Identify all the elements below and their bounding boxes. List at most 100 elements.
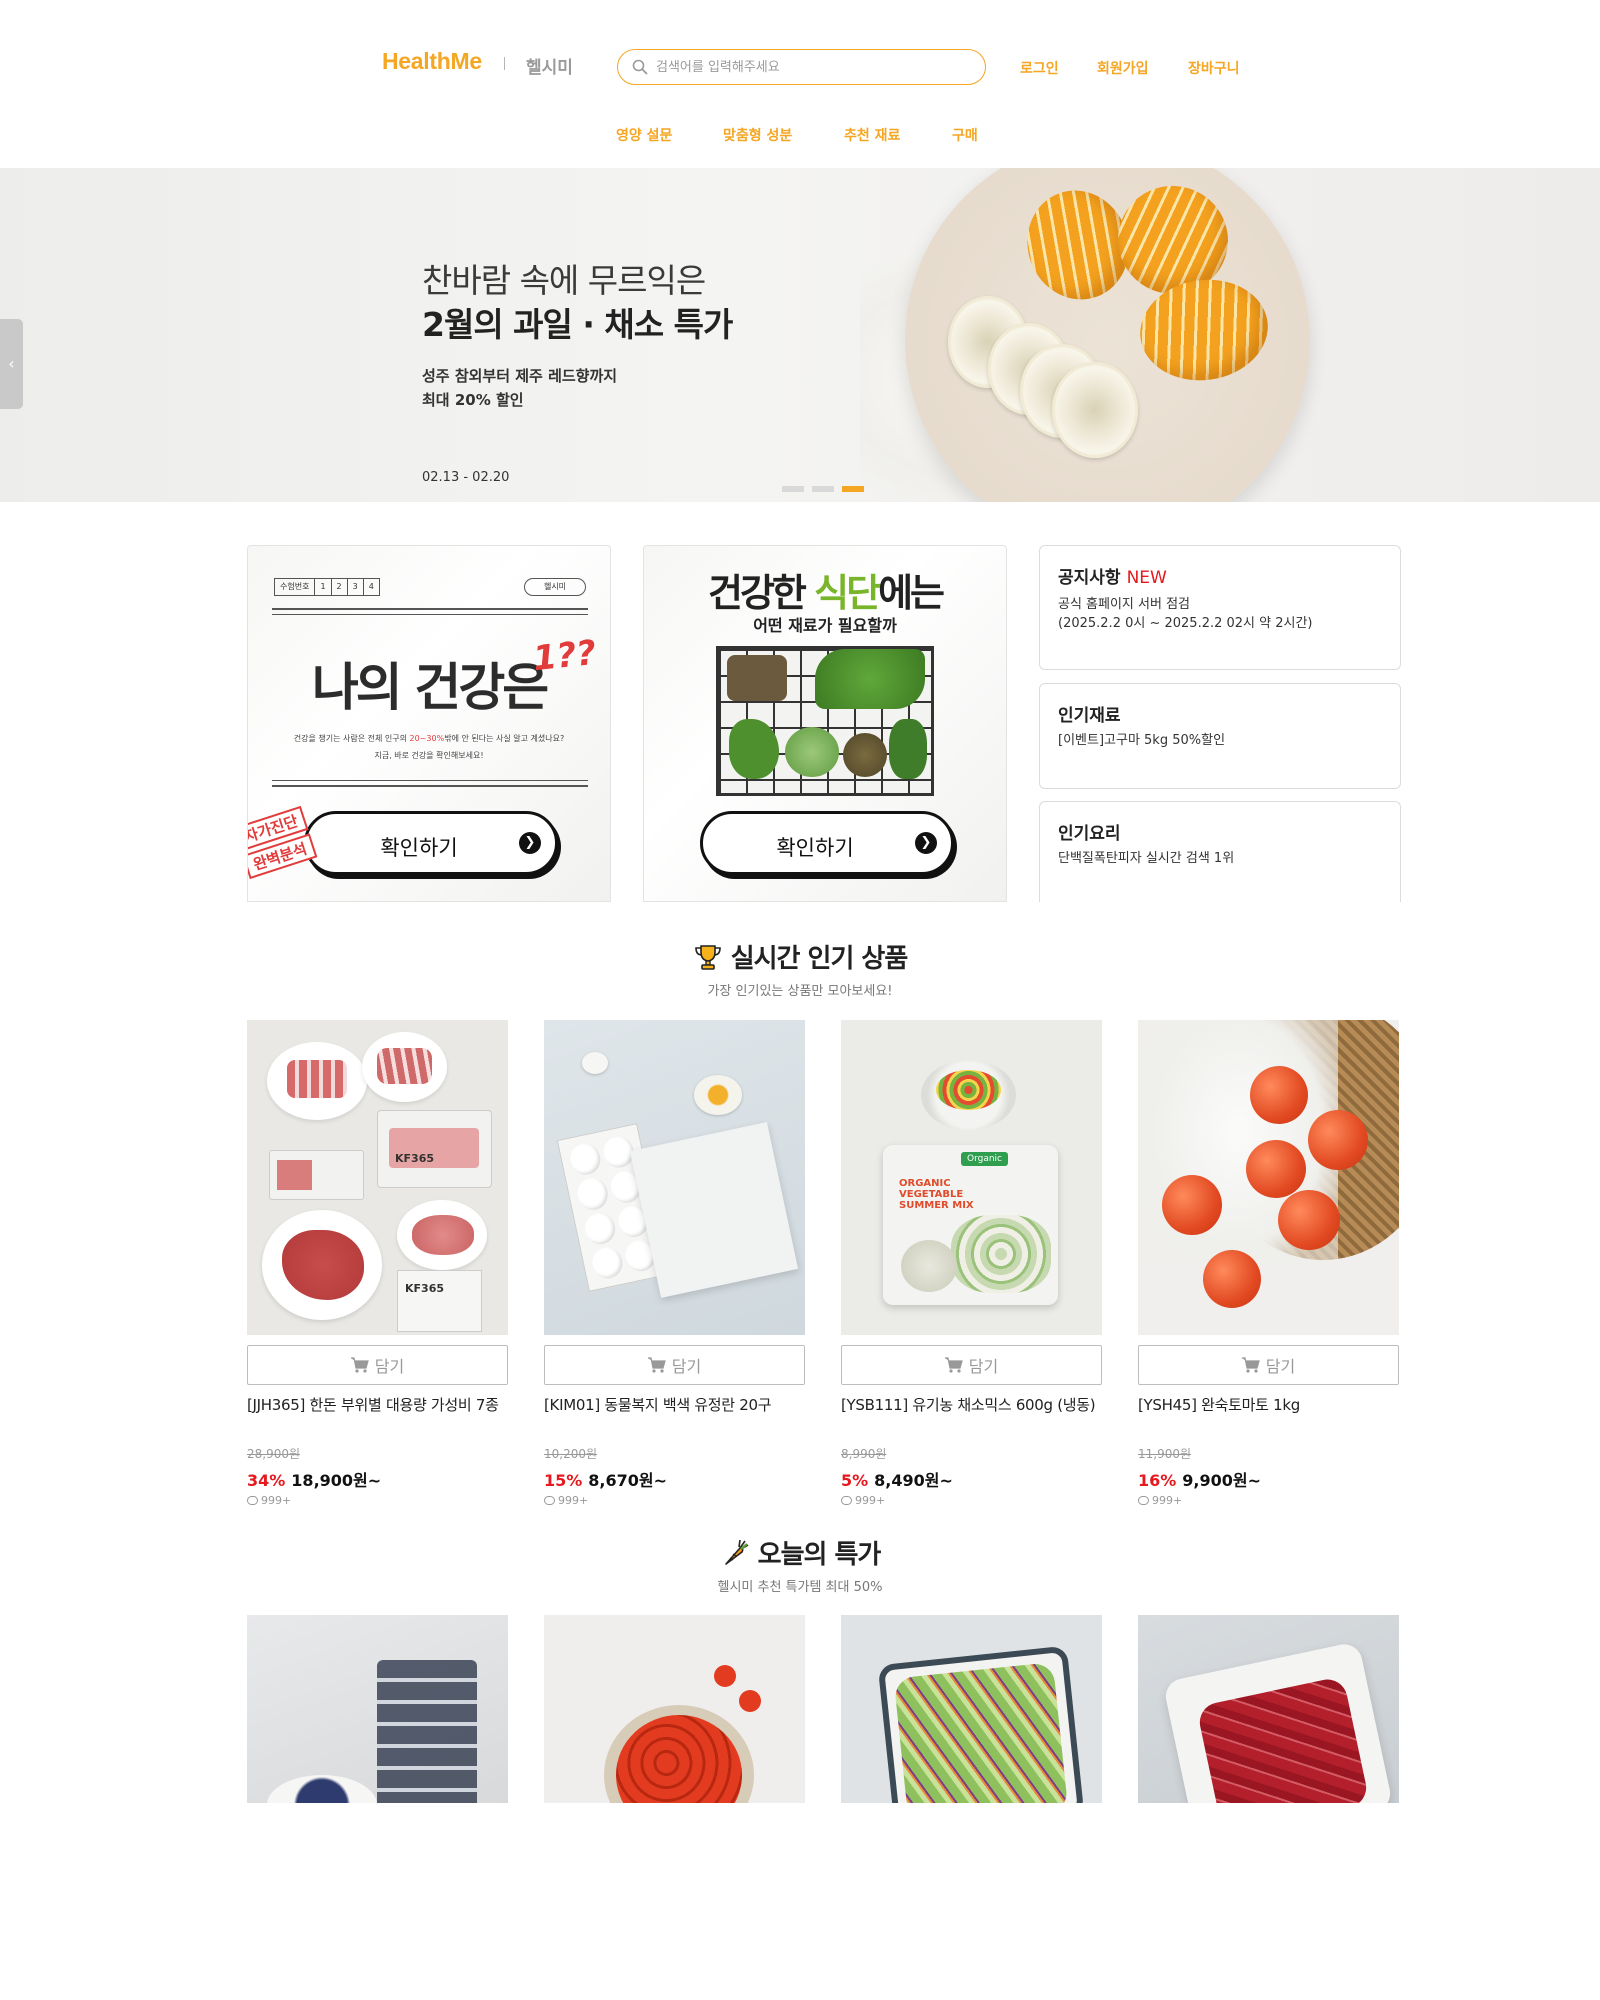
product-card[interactable]: 담기 [KIM01] 동물복지 백색 유정란 20구 10,200원 15% 8,… bbox=[544, 1020, 805, 1507]
section-title: 오늘의 특가 bbox=[720, 1534, 881, 1571]
notice-body: [이벤트]고구마 5kg 50%할인 bbox=[1058, 733, 1226, 748]
cart-icon bbox=[647, 1357, 666, 1373]
slide-dot[interactable] bbox=[812, 486, 834, 492]
notice-title: 인기재료 bbox=[1058, 706, 1121, 726]
egg-image bbox=[574, 1175, 611, 1213]
survey-desc-line: 지금, 바로 건강을 확인해보세요! bbox=[374, 751, 484, 760]
add-to-cart-button[interactable]: 담기 bbox=[544, 1345, 805, 1385]
exam-digit: 3 bbox=[348, 579, 364, 595]
discount-rate: 34% bbox=[247, 1471, 286, 1490]
product-image[interactable]: Organic ORGANIC VEGETABLE SUMMER MIX bbox=[841, 1020, 1102, 1335]
popular-recipe-box[interactable]: 인기요리 단백질폭탄피자 실시간 검색 1위 bbox=[1039, 801, 1401, 902]
section-header: 오늘의 특가 헬시미 추천 특가템 최대 50% bbox=[0, 1534, 1600, 1595]
product-name[interactable]: [YSH45] 완숙토마토 1kg bbox=[1138, 1395, 1399, 1435]
deal-product-image[interactable] bbox=[1138, 1615, 1399, 1803]
cart-icon bbox=[1241, 1357, 1260, 1373]
discount-rate: 15% bbox=[544, 1471, 583, 1490]
mixed-veg-image bbox=[936, 1070, 1001, 1110]
new-badge: NEW bbox=[1126, 568, 1167, 588]
cherry-tomato-image bbox=[714, 1665, 736, 1687]
nav-nutrition-survey[interactable]: 영양 설문 bbox=[616, 125, 672, 145]
nav-purchase[interactable]: 구매 bbox=[952, 125, 978, 145]
greens-image bbox=[729, 719, 779, 779]
hero-date: 02.13 - 02.20 bbox=[422, 470, 510, 485]
tomato-image bbox=[1162, 1175, 1222, 1235]
kf365-label: KF365 bbox=[405, 1282, 444, 1295]
login-link[interactable]: 로그인 bbox=[1020, 58, 1059, 78]
tomato-image bbox=[1203, 1250, 1261, 1308]
search-icon bbox=[632, 59, 648, 75]
tomato-image bbox=[1246, 1140, 1306, 1198]
notice-title: 공지사항 NEW bbox=[1058, 563, 1167, 588]
melon-slice-image bbox=[1052, 362, 1138, 458]
logo[interactable]: HealthMe bbox=[382, 48, 482, 75]
deal-product-image[interactable] bbox=[247, 1615, 508, 1803]
hero-banner[interactable]: 찬바람 속에 무르익은 2월의 과일 · 채소 특가 성주 참외부터 제주 레드… bbox=[0, 168, 1600, 502]
hero-title: 2월의 과일 · 채소 특가 bbox=[422, 305, 733, 344]
deal-product-image[interactable] bbox=[841, 1615, 1102, 1803]
section-header: 실시간 인기 상품 가장 인기있는 상품만 모아보세요! bbox=[0, 938, 1600, 999]
deal-product-image[interactable] bbox=[544, 1615, 805, 1803]
product-name[interactable]: [YSB111] 유기농 채소믹스 600g (냉동) bbox=[841, 1395, 1102, 1435]
slide-dot-active[interactable] bbox=[842, 486, 864, 492]
tomato-image bbox=[1250, 1066, 1308, 1124]
health-survey-card[interactable]: 수험번호 1 2 3 4 헬시미 나의 건강은 1?? 건강을 챙기는 사람은 … bbox=[247, 545, 611, 902]
add-to-cart-button[interactable]: 담기 bbox=[247, 1345, 508, 1385]
product-image[interactable]: KF365 KF365 bbox=[247, 1020, 508, 1335]
blueberry-pack-image bbox=[377, 1660, 477, 1803]
blueberry-bowl-image bbox=[267, 1775, 377, 1803]
diet-check-button[interactable]: 확인하기 ❯ bbox=[700, 811, 954, 875]
product-card[interactable]: Organic ORGANIC VEGETABLE SUMMER MIX 담기 … bbox=[841, 1020, 1102, 1507]
cabbage-image bbox=[785, 727, 839, 777]
nav-recommended-ingredients[interactable]: 추천 재료 bbox=[844, 125, 900, 145]
survey-desc-line: 건강을 챙기는 사람은 전체 인구의 20~30%밖에 안 된다는 사실 알고 … bbox=[248, 730, 610, 747]
cart-icon bbox=[944, 1357, 963, 1373]
original-price: 11,900원 bbox=[1138, 1447, 1192, 1461]
healthy-diet-card[interactable]: 건강한 식단에는 어떤 재료가 필요할까 확인하기 ❯ bbox=[643, 545, 1007, 902]
section-title-text: 오늘의 특가 bbox=[757, 1540, 882, 1570]
exam-digit: 4 bbox=[368, 582, 374, 591]
search-bar[interactable] bbox=[617, 49, 986, 85]
popular-ingredient-box[interactable]: 인기재료 [이벤트]고구마 5kg 50%할인 bbox=[1039, 683, 1401, 789]
review-count: 999+ bbox=[841, 1494, 1102, 1507]
original-price: 8,990원 bbox=[841, 1447, 887, 1461]
search-input[interactable] bbox=[656, 56, 966, 78]
root-veg-image bbox=[727, 655, 787, 701]
desc-highlight: 20~30% bbox=[409, 734, 445, 743]
egg-box-image bbox=[629, 1122, 799, 1298]
survey-card-scribble: 1?? bbox=[531, 632, 599, 680]
signup-link[interactable]: 회원가입 bbox=[1097, 58, 1149, 78]
add-to-cart-button[interactable]: 담기 bbox=[1138, 1345, 1399, 1385]
hero-prev-button[interactable]: ‹ bbox=[0, 319, 23, 409]
product-card[interactable]: 담기 [YSH45] 완숙토마토 1kg 11,900원 16% 9,900원~ … bbox=[1138, 1020, 1399, 1507]
discount-rate: 5% bbox=[841, 1471, 869, 1490]
add-to-cart-button[interactable]: 담기 bbox=[841, 1345, 1102, 1385]
product-name[interactable]: [KIM01] 동물복지 백색 유정란 20구 bbox=[544, 1395, 805, 1435]
cta-label: 확인하기 bbox=[776, 836, 854, 860]
notice-body: 단백질폭탄피자 실시간 검색 1위 bbox=[1058, 851, 1235, 866]
egg-image bbox=[567, 1140, 604, 1178]
nav-custom-ingredients[interactable]: 맞춤형 성분 bbox=[723, 125, 792, 145]
desc-text: 건강을 챙기는 사람은 전체 인구의 bbox=[293, 734, 410, 743]
review-count: 999+ bbox=[1138, 1494, 1399, 1507]
divider bbox=[272, 785, 588, 787]
organic-badge: Organic bbox=[961, 1152, 1009, 1166]
cart-link[interactable]: 장바구니 bbox=[1188, 58, 1240, 78]
slide-dot[interactable] bbox=[782, 486, 804, 492]
cart-icon bbox=[350, 1357, 369, 1373]
comment-icon bbox=[841, 1496, 852, 1505]
exam-digit: 1 bbox=[315, 579, 332, 595]
cherry-tomato-image bbox=[739, 1690, 761, 1712]
product-name[interactable]: [JJH365] 한돈 부위별 대용량 가성비 7종 bbox=[247, 1395, 508, 1435]
divider bbox=[272, 614, 588, 615]
product-image[interactable] bbox=[1138, 1020, 1399, 1335]
title-text: 건강한 bbox=[708, 571, 815, 615]
notice-box[interactable]: 공지사항 NEW 공식 홈페이지 서버 점검 (2025.2.2 0시 ~ 202… bbox=[1039, 545, 1401, 670]
cart-label: 담기 bbox=[671, 1357, 702, 1376]
site-header: HealthMe 헬시미 로그인 회원가입 장바구니 영양 설문 맞춤형 성분 … bbox=[0, 0, 1600, 168]
title-highlight: 식단 bbox=[814, 571, 881, 615]
greens-image bbox=[889, 719, 927, 779]
price-row: 34% 18,900원~ bbox=[247, 1467, 508, 1491]
product-image[interactable] bbox=[544, 1020, 805, 1335]
product-card[interactable]: KF365 KF365 담기 [JJH365] 한돈 부위별 대용량 가성비 7… bbox=[247, 1020, 508, 1507]
